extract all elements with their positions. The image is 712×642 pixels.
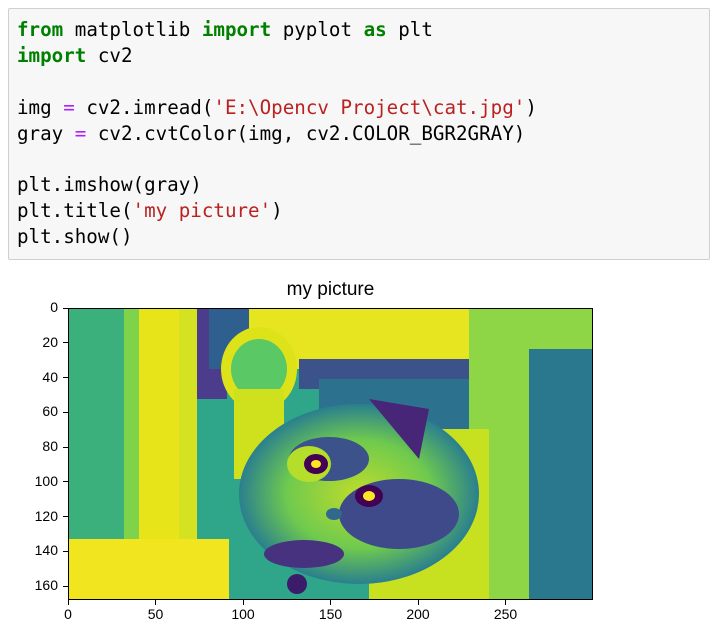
code-token: as [363, 18, 387, 41]
y-tick-mark [63, 516, 68, 518]
x-tick-mark [330, 600, 331, 605]
code-token: plt.show() [17, 225, 133, 249]
code-token: cv2.cvtColor(img, cv2.COLOR_BGR2GRAY) [86, 121, 526, 145]
x-tick-label: 150 [318, 606, 343, 622]
y-tick-mark [63, 411, 68, 413]
x-tick-label: 250 [493, 606, 518, 622]
code-token: plt.title( [17, 199, 133, 223]
x-tick-label: 0 [64, 606, 72, 622]
y-tick-mark [63, 307, 68, 309]
plot-title: my picture [286, 279, 375, 300]
y-tick-mark [63, 377, 68, 379]
code-token: img [17, 95, 64, 119]
code-line: plt.imshow(gray) [17, 172, 537, 198]
image-plot [68, 308, 593, 600]
y-tick-label: 0 [50, 299, 58, 315]
code-token: ) [525, 95, 537, 119]
y-tick-label: 80 [42, 438, 58, 455]
x-tick-mark [417, 600, 419, 605]
output-area: my picture 0 20 40 60 80 100 120 140 160… [0, 262, 712, 642]
code-token: = [74, 121, 87, 145]
code-token: = [63, 95, 75, 119]
grayscale-cat-image [69, 309, 592, 599]
code-token: cv2.imread( [74, 95, 214, 119]
code-line: import cv2 [17, 43, 537, 69]
code-editor[interactable]: from matplotlib import pyplot as plt impo… [17, 17, 537, 250]
x-tick-label: 100 [231, 606, 255, 622]
y-tick-label: 100 [34, 472, 58, 489]
y-tick-label: 140 [34, 542, 58, 559]
code-token: import [201, 18, 272, 41]
code-token: import [17, 43, 87, 67]
code-token: matplotlib [63, 18, 202, 41]
code-line: plt.show() [17, 224, 537, 250]
code-line: from matplotlib import pyplot as plt [17, 17, 537, 43]
x-tick-mark [505, 600, 506, 605]
y-tick-mark [63, 550, 68, 552]
code-line: plt.title('my picture') [17, 198, 537, 224]
code-cell[interactable]: from matplotlib import pyplot as plt impo… [8, 8, 710, 260]
x-tick-label: 200 [406, 606, 430, 622]
x-tick-label: 50 [147, 606, 164, 622]
code-token: plt [386, 18, 433, 41]
y-tick-mark [63, 342, 68, 344]
code-token: gray [17, 121, 75, 145]
code-token: from [17, 18, 64, 41]
x-tick-mark [242, 600, 244, 605]
x-tick-mark [67, 600, 69, 605]
y-tick-label: 20 [42, 333, 58, 350]
code-line: img = cv2.imread('E:\Opencv Project\cat.… [17, 95, 537, 121]
code-token: ) [271, 199, 283, 223]
y-tick-label: 160 [34, 577, 58, 594]
y-tick-label: 60 [42, 403, 58, 420]
y-tick-mark [63, 446, 68, 448]
y-tick-label: 120 [34, 507, 58, 524]
x-tick-mark [155, 600, 156, 605]
code-token: 'my picture' [132, 199, 272, 223]
y-tick-mark [63, 481, 68, 483]
code-token: plt.imshow(gray) [17, 173, 202, 197]
code-token: cv2 [86, 43, 133, 67]
y-tick-label: 40 [42, 368, 58, 385]
code-line: gray = cv2.cvtColor(img, cv2.COLOR_BGR2G… [17, 121, 537, 147]
code-token: 'E:\Opencv Project\cat.jpg' [213, 95, 526, 119]
code-token: pyplot [271, 18, 364, 41]
y-tick-mark [63, 585, 68, 587]
